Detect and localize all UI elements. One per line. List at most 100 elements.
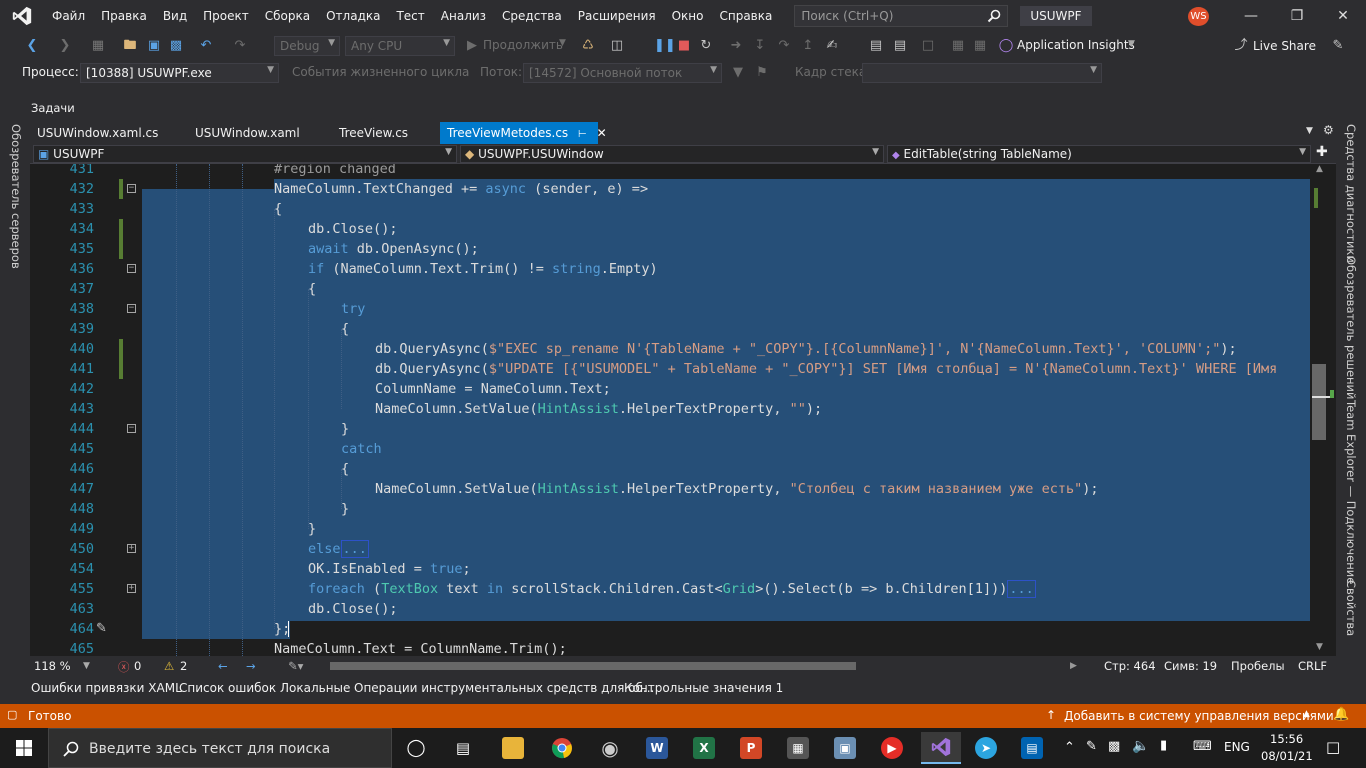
expand-region-icon[interactable]: + <box>127 544 136 553</box>
code-line[interactable]: 442 ColumnName = NameColumn.Text; <box>30 379 1310 399</box>
split-window-icon[interactable]: ✚ <box>1316 144 1328 160</box>
menu-build[interactable]: Сборка <box>257 0 318 32</box>
collapse-region-icon[interactable]: − <box>127 424 136 433</box>
feedback-icon[interactable]: ✎ <box>1330 38 1346 54</box>
code-line[interactable]: 433 { <box>30 199 1310 219</box>
visual-studio-logo-icon[interactable] <box>0 0 44 32</box>
open-folder-icon[interactable]: 🖿 <box>122 38 138 54</box>
restore-icon[interactable]: ❐ <box>1274 0 1320 32</box>
stack-frame-select[interactable]: ▼ <box>862 63 1102 83</box>
filter-icon[interactable]: ▼ <box>730 65 746 81</box>
code-line[interactable]: 445 catch <box>30 439 1310 459</box>
menu-edit[interactable]: Правка <box>93 0 155 32</box>
tab-usuwindow-xaml[interactable]: USUWindow.xaml <box>188 122 328 144</box>
line-ending-status[interactable]: CRLF <box>1298 659 1327 673</box>
member-select[interactable]: ◆ EditTable(string TableName) ▼ <box>887 145 1311 163</box>
file-explorer-icon[interactable] <box>497 732 529 764</box>
menu-project[interactable]: Проект <box>195 0 257 32</box>
powerpoint-icon[interactable]: P <box>735 732 767 764</box>
next-issue-icon[interactable]: → <box>246 659 256 673</box>
code-line[interactable]: 464}; ✎ <box>30 619 1310 639</box>
step-over-icon[interactable]: ↷ <box>776 38 792 54</box>
properties-tab[interactable]: Свойства <box>1344 580 1358 636</box>
tab-tools-operations[interactable]: Операции инструментальных средств для об… <box>354 681 654 695</box>
pause-icon[interactable]: ❚❚ <box>654 38 676 54</box>
collapse-region-icon[interactable]: − <box>127 264 136 273</box>
server-explorer-tab[interactable]: Обозреватель серверов <box>9 124 23 269</box>
code-line[interactable]: 463 db.Close(); <box>30 599 1310 619</box>
stop-icon[interactable]: ■ <box>676 38 692 54</box>
windows-start-icon[interactable] <box>8 732 40 764</box>
live-share-button[interactable]: Live Share <box>1253 39 1316 53</box>
tab-usuwindow-xaml-cs[interactable]: USUWindow.xaml.cs <box>30 122 186 144</box>
close-tab-icon[interactable]: ✕ <box>597 126 607 140</box>
youtube-icon[interactable]: ▶ <box>876 732 908 764</box>
team-explorer-tab[interactable]: Team Explorer — Подключение <box>1344 400 1358 584</box>
clock-date[interactable]: 08/01/21 <box>1261 749 1313 763</box>
code-line[interactable]: 438 − try <box>30 299 1310 319</box>
taskbar-search-input[interactable]: Введите здесь текст для поиска <box>48 728 392 768</box>
add-to-source-control-button[interactable]: Добавить в систему управления версиями <box>1064 709 1334 723</box>
chevron-up-icon[interactable]: ⌃ <box>1064 740 1075 755</box>
tab-error-list[interactable]: Список ошибок <box>179 681 276 695</box>
code-line[interactable]: 441 db.QueryAsync($"UPDATE [{"USUMODEL" +… <box>30 359 1310 379</box>
editor-vertical-scrollbar[interactable]: ▲ ▼ <box>1310 164 1336 656</box>
forward-icon[interactable]: ❯ <box>57 38 73 54</box>
warning-count[interactable]: 2 <box>180 659 187 673</box>
solution-explorer-tab[interactable]: Обозреватель решений <box>1344 256 1358 400</box>
tab-watch-1[interactable]: Контрольные значения 1 <box>624 681 783 695</box>
code-line[interactable]: 447 NameColumn.SetValue(HintAssist.Helper… <box>30 479 1310 499</box>
code-line[interactable]: 449} <box>30 519 1310 539</box>
chevron-down-icon[interactable]: ▼ <box>559 38 566 48</box>
notification-bell-icon[interactable]: 🔔 <box>1333 707 1349 722</box>
close-icon[interactable]: ✕ <box>1320 0 1366 32</box>
debug-tool-icon[interactable]: ✍ <box>824 38 840 54</box>
code-line[interactable]: 446 { <box>30 459 1310 479</box>
code-line[interactable]: 436 − if (NameColumn.Text.Trim() != string… <box>30 259 1310 279</box>
platform-select[interactable]: Any CPU ▼ <box>345 36 455 56</box>
save-all-icon[interactable]: ▩ <box>168 38 184 54</box>
telegram-icon[interactable]: ➤ <box>970 732 1002 764</box>
scroll-down-icon[interactable]: ▼ <box>1316 642 1323 652</box>
tab-list-dropdown-icon[interactable]: ▼ <box>1306 126 1313 136</box>
configuration-select[interactable]: Debug ▼ <box>274 36 340 56</box>
code-line[interactable]: 440 db.QueryAsync($"EXEC sp_rename N'{Tab… <box>30 339 1310 359</box>
code-line[interactable]: 437 { <box>30 279 1310 299</box>
error-count[interactable]: 0 <box>134 659 141 673</box>
pin-icon[interactable]: ⊢ <box>578 129 587 140</box>
code-line[interactable]: 439 { <box>30 319 1310 339</box>
code-line[interactable]: 435 await db.OpenAsync(); <box>30 239 1310 259</box>
menu-window[interactable]: Окно <box>664 0 712 32</box>
code-line[interactable]: 432 − NameColumn.TextChanged += async (sen… <box>30 179 1310 199</box>
diagnostic-tools-tab[interactable]: Средства диагностики <box>1344 124 1358 263</box>
menu-help[interactable]: Справка <box>711 0 780 32</box>
class-select[interactable]: ◆ USUWPF.USUWindow ▼ <box>460 145 884 163</box>
step-out-icon[interactable]: ↥ <box>800 38 816 54</box>
keyboard-icon[interactable]: ⌨ <box>1193 739 1212 754</box>
visual-studio-taskbar-icon[interactable] <box>921 732 961 764</box>
news-app-icon[interactable]: ▤ <box>1016 732 1048 764</box>
calculator-icon[interactable]: ▦ <box>782 732 814 764</box>
menu-analyze[interactable]: Анализ <box>433 0 494 32</box>
project-select[interactable]: ▣ USUWPF ▼ <box>33 145 457 163</box>
continue-button[interactable]: Продолжить <box>483 38 563 52</box>
column-number-status[interactable]: Симв: 19 <box>1164 659 1217 673</box>
horizontal-scroll-thumb[interactable] <box>330 662 856 670</box>
pen-icon[interactable]: ✎ <box>1086 739 1097 754</box>
avatar[interactable]: WS <box>1188 7 1209 26</box>
task-view-icon[interactable]: ◯ <box>400 732 432 764</box>
tab-treeviewmetodes-cs[interactable]: TreeViewMetodes.cs ⊢ ✕ <box>440 122 607 144</box>
flag-icon[interactable]: ⚑ <box>754 65 770 81</box>
tab-treeview-cs[interactable]: TreeView.cs <box>332 122 442 144</box>
chrome-icon[interactable] <box>546 732 578 764</box>
comment-icon[interactable]: ▦ <box>950 38 966 54</box>
clock-time[interactable]: 15:56 <box>1270 732 1303 746</box>
application-insights-button[interactable]: Application Insights <box>1017 38 1135 52</box>
quick-actions-brush-icon[interactable]: ✎ <box>96 619 107 639</box>
process-select[interactable]: [10388] USUWPF.exe ▼ <box>80 63 279 83</box>
chevron-down-icon[interactable]: ▼ <box>83 661 90 671</box>
previous-issue-icon[interactable]: ← <box>218 659 228 673</box>
code-line[interactable]: 448} <box>30 499 1310 519</box>
volume-icon[interactable]: 🔈 <box>1132 738 1149 754</box>
back-icon[interactable]: ❮ <box>24 38 40 54</box>
